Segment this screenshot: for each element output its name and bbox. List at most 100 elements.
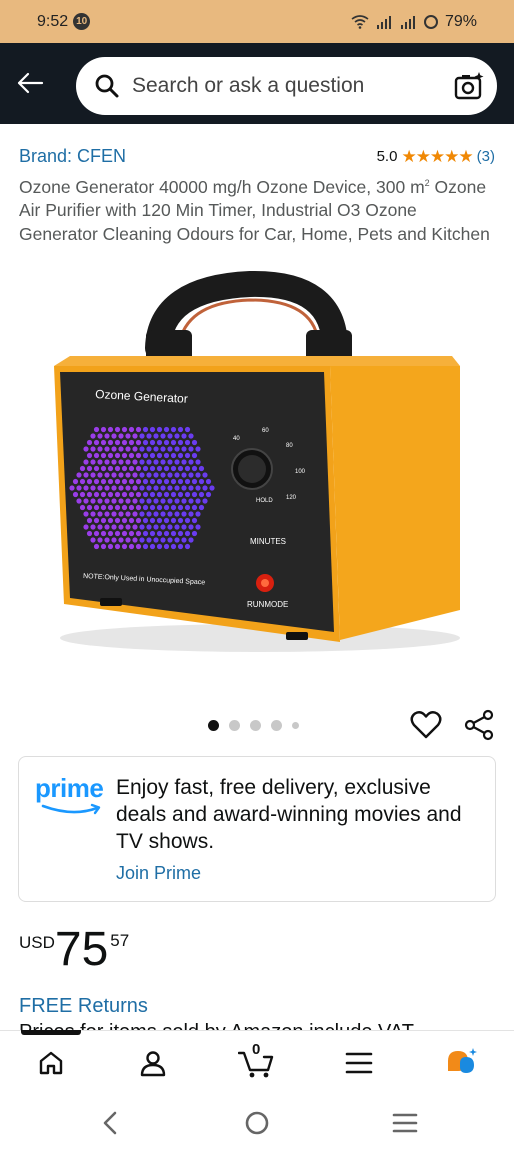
grille-hole: [79, 478, 86, 485]
join-prime-link[interactable]: Join Prime: [116, 863, 201, 884]
image-carousel-dots[interactable]: [208, 720, 299, 731]
grille-hole: [198, 504, 205, 511]
grille-hole: [86, 465, 93, 472]
share-icon[interactable]: [463, 709, 495, 741]
grille-hole: [135, 452, 142, 459]
home-icon: [39, 1051, 63, 1075]
grille-hole: [79, 465, 86, 472]
grille-hole: [128, 517, 135, 524]
grille-hole: [184, 491, 191, 498]
grille-hole: [202, 485, 208, 491]
grille-hole: [153, 524, 159, 530]
grille-hole: [132, 446, 138, 452]
carousel-dot[interactable]: [250, 720, 261, 731]
grille-hole: [167, 498, 173, 504]
grille-hole: [146, 524, 152, 530]
grille-hole: [104, 498, 110, 504]
grille-hole: [121, 504, 128, 511]
grille-hole: [107, 439, 114, 446]
grille-hole: [198, 465, 205, 472]
system-home-icon[interactable]: [242, 1110, 272, 1136]
carousel-dot[interactable]: [229, 720, 240, 731]
grille-hole: [160, 524, 166, 530]
grille-hole: [104, 524, 110, 530]
grille-hole: [107, 504, 114, 511]
grille-hole: [177, 439, 184, 446]
grille-hole: [205, 478, 212, 485]
grille-hole: [167, 524, 173, 530]
prime-logo: prime: [35, 773, 107, 817]
grille-hole: [104, 472, 110, 478]
dial-mark-40: 40: [233, 436, 240, 442]
grille-hole: [93, 426, 100, 433]
grille-hole: [90, 524, 96, 530]
image-runmode-label: RUNMODE: [247, 600, 288, 609]
grille-hole: [174, 498, 180, 504]
carousel-dot[interactable]: [208, 720, 219, 731]
heart-icon[interactable]: [410, 710, 442, 740]
nav-cart[interactable]: 0: [238, 1041, 274, 1081]
nav-home[interactable]: [33, 1045, 69, 1081]
product-image[interactable]: Ozone Generator 40 60 80 100 120 HOLD MI…: [40, 270, 480, 670]
grille-hole: [177, 543, 184, 550]
carousel-dot[interactable]: [271, 720, 282, 731]
grille-hole: [121, 491, 128, 498]
system-recents-icon[interactable]: [390, 1110, 420, 1136]
back-arrow-icon[interactable]: [16, 71, 44, 95]
camera-search-icon[interactable]: [453, 70, 485, 102]
grille-hole: [69, 485, 75, 491]
grille-hole: [191, 491, 198, 498]
grille-hole: [149, 439, 156, 446]
nav-menu[interactable]: [341, 1045, 377, 1081]
grille-hole: [146, 537, 152, 543]
grille-hole: [153, 459, 159, 465]
active-tab-indicator: [21, 1030, 81, 1035]
rating-count[interactable]: (3): [477, 148, 495, 165]
grille-hole: [107, 452, 114, 459]
grille-hole: [174, 472, 180, 478]
battery-percent: 79%: [444, 12, 477, 30]
grille-hole: [191, 465, 198, 472]
grille-hole: [177, 465, 184, 472]
dial-mark-100: 100: [295, 469, 306, 475]
grille-hole: [90, 472, 96, 478]
search-bar[interactable]: [76, 57, 497, 115]
brand-link[interactable]: Brand: CFEN: [19, 146, 126, 167]
grille-hole: [142, 478, 149, 485]
grille-hole: [104, 446, 110, 452]
grille-hole: [90, 446, 96, 452]
grille-hole: [111, 524, 117, 530]
nav-account[interactable]: [135, 1045, 171, 1081]
grille-hole: [107, 517, 114, 524]
grille-hole: [163, 491, 170, 498]
grille-hole: [125, 472, 131, 478]
nav-rufus[interactable]: [444, 1045, 480, 1081]
grille-hole: [72, 478, 79, 485]
grille-hole: [90, 498, 96, 504]
grille-hole: [132, 498, 138, 504]
grille-hole: [111, 498, 117, 504]
grille-hole: [149, 504, 156, 511]
grille-hole: [146, 485, 152, 491]
grille-hole: [114, 426, 121, 433]
rating-summary[interactable]: 5.0 ★★★★★ (3): [377, 147, 495, 167]
grille-hole: [177, 530, 184, 537]
grille-hole: [184, 426, 191, 433]
search-input[interactable]: [132, 74, 432, 98]
grille-hole: [153, 472, 159, 478]
grille-hole: [86, 504, 93, 511]
carousel-dot[interactable]: [292, 722, 299, 729]
grille-hole: [139, 485, 145, 491]
free-returns-link[interactable]: FREE Returns: [19, 995, 148, 1018]
grille-hole: [93, 478, 100, 485]
system-navigation-bar: [0, 1092, 514, 1151]
status-time: 9:52: [37, 12, 69, 30]
grille-hole: [111, 446, 117, 452]
grille-hole: [181, 511, 187, 517]
grille-hole: [114, 491, 121, 498]
grille-hole: [125, 485, 131, 491]
grille-hole: [184, 478, 191, 485]
system-back-icon[interactable]: [96, 1110, 126, 1136]
grille-hole: [76, 485, 82, 491]
grille-hole: [97, 511, 103, 517]
